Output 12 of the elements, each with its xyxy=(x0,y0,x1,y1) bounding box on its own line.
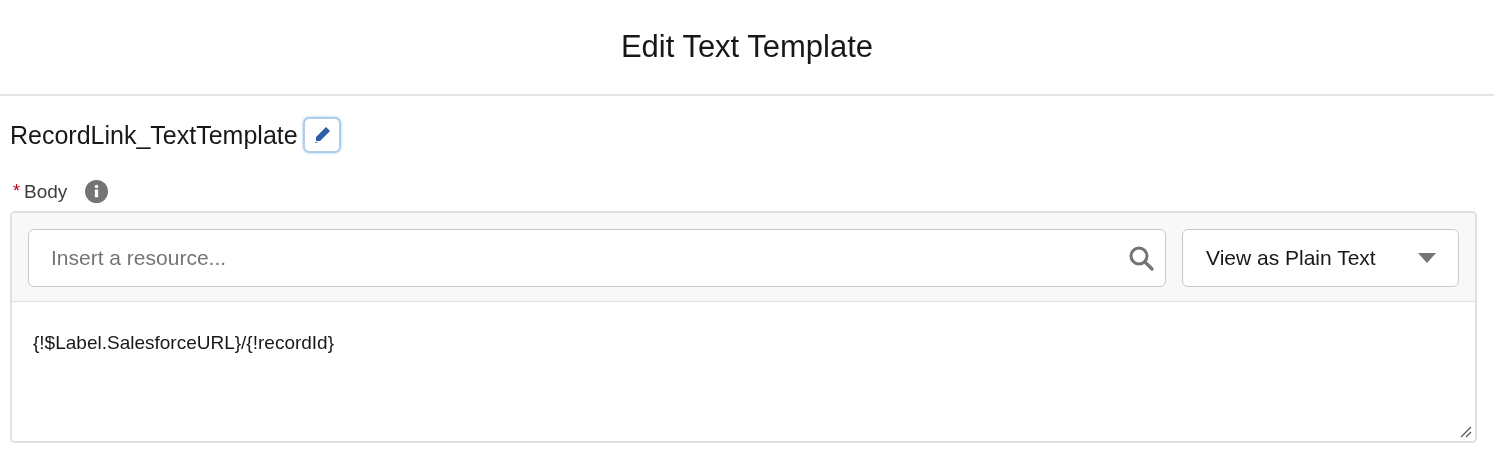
search-icon xyxy=(1128,245,1154,271)
resource-search-field[interactable]: Insert a resource... xyxy=(28,229,1166,287)
edit-button[interactable] xyxy=(303,118,340,152)
body-text: {!$Label.SalesforceURL}/{!recordId} xyxy=(33,332,335,353)
required-mark: * xyxy=(13,181,20,202)
field-label: Body xyxy=(24,180,68,203)
view-mode-dropdown[interactable]: View as Plain Text xyxy=(1182,229,1459,287)
info-icon[interactable] xyxy=(85,180,109,203)
template-name: RecordLink_TextTemplate xyxy=(10,120,298,151)
resize-handle-icon[interactable] xyxy=(1460,426,1472,438)
modal-title: Edit Text Template xyxy=(620,29,874,65)
caret-icon xyxy=(1418,252,1436,264)
